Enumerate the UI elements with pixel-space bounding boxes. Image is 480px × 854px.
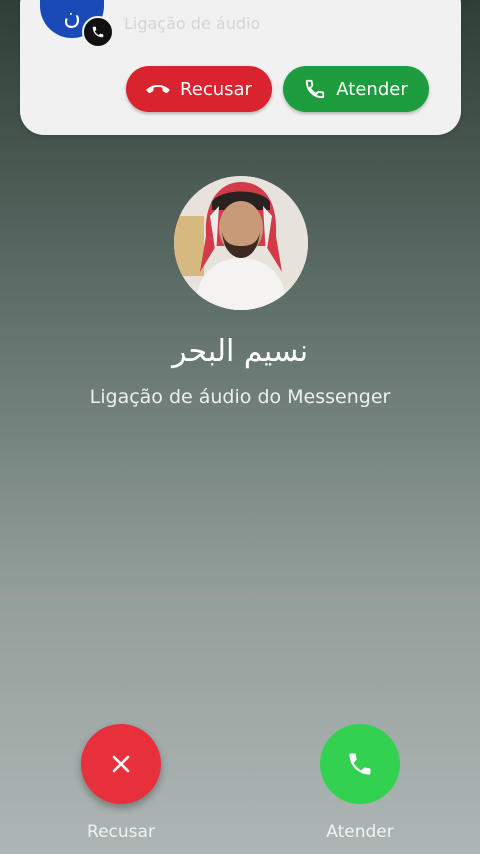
phone-badge-icon — [82, 16, 114, 48]
phone-icon — [306, 79, 325, 99]
phone-hangup-icon — [146, 85, 170, 94]
avatar-initial: ن — [63, 2, 81, 30]
accept-call-button[interactable] — [320, 724, 400, 804]
caller-avatar — [174, 176, 308, 310]
decline-pill-button[interactable]: Recusar — [126, 66, 272, 112]
accept-pill-label: Atender — [336, 78, 408, 100]
incoming-call-notification[interactable]: ن Ligação de áudio Recusar Atender — [20, 0, 461, 135]
accept-pill-button[interactable]: Atender — [283, 66, 429, 112]
accept-call-label: Atender — [326, 822, 394, 842]
decline-call-button[interactable] — [81, 724, 161, 804]
phone-icon — [349, 753, 371, 775]
decline-pill-label: Recusar — [180, 78, 252, 100]
notification-subtitle: Ligação de áudio — [124, 14, 261, 33]
caller-name: نسيم البحر — [171, 334, 309, 369]
call-type-label: Ligação de áudio do Messenger — [89, 386, 391, 408]
decline-call-label: Recusar — [87, 822, 155, 842]
close-icon — [112, 755, 130, 773]
